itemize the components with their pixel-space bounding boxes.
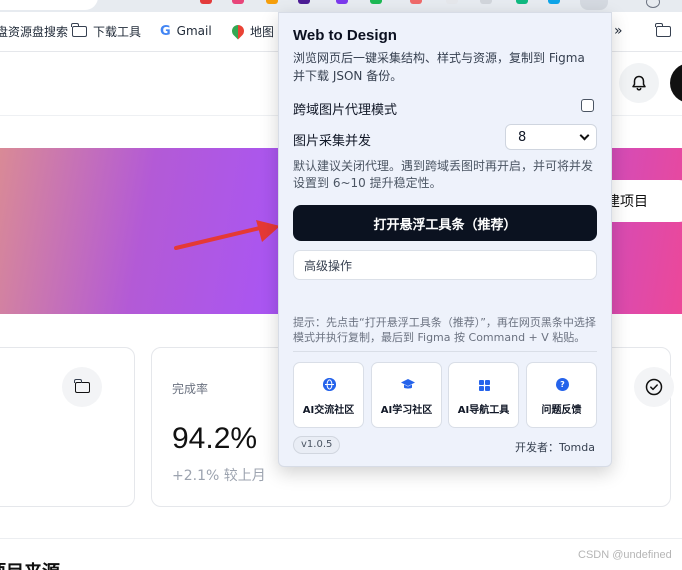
bookmark-gmail[interactable]: G Gmail [160,22,212,40]
graduation-cap-glyph [401,379,415,389]
red-arrow-annotation [174,220,280,250]
proxy-mode-checkbox[interactable] [581,99,594,112]
popup-divider [293,351,597,352]
check-circle-glyph [645,378,663,396]
check-circle-icon [634,367,674,407]
tab-favicon[interactable] [200,0,212,4]
bookmark-label: Gmail [176,24,212,38]
more-bookmarks-icon: » [614,23,623,39]
avatar[interactable] [670,63,682,103]
profile-icon[interactable] [646,0,660,8]
proxy-mode-label: 跨域图片代理模式 [293,103,398,118]
concurrency-select[interactable]: 8 [505,124,597,150]
section-heading: 项目来源 [0,558,60,570]
popup-title: Web to Design [293,27,397,44]
tab-favicon[interactable] [370,0,382,4]
tab-favicon[interactable] [548,0,560,4]
folder-glyph [73,378,90,393]
link-ai-navigation[interactable]: AI导航工具 [448,362,519,428]
bookmark-download-tools[interactable]: 下载工具 [71,22,142,40]
bookmark-label: 地图 [250,24,275,39]
proxy-hint: 默认建议关闭代理。遇到跨域丢图时再开启，并可将并发设置到 6~10 提升稳定性。 [293,159,594,190]
version-badge: v1.0.5 [293,436,341,454]
bell-icon [632,75,646,91]
grid-cell [485,380,490,385]
link-ai-learning[interactable]: AI学习社区 [371,362,442,428]
folder-icon [62,367,102,407]
concurrency-label: 图片采集并发 [293,134,372,149]
globe-icon [323,378,336,391]
notifications-button[interactable] [619,63,659,103]
tab-favicon[interactable] [410,0,422,4]
folder-icon [655,22,671,37]
browser-tab-strip [0,0,682,12]
extension-button[interactable] [580,0,608,10]
tab-favicon[interactable] [336,0,348,4]
open-floating-toolbar-button[interactable]: 打开悬浮工具条（推荐） [293,205,597,241]
active-tab[interactable] [0,0,98,10]
stat-value: 94.2% [172,422,258,455]
popup-description: 浏览网页后一键采集结构、样式与资源，复制到 Figma 并下载 JSON 备份。 [293,51,585,83]
chevron-down-icon [579,130,590,141]
bookmark-maps[interactable]: 地图 [229,22,275,40]
folder-icon [71,22,87,37]
stat-title: 完成率 [172,382,209,396]
stat-card-projects [0,347,135,507]
bookmark-label: 盘资源盘搜索 [0,24,69,39]
link-label: AI导航工具 [457,405,510,416]
google-icon: G [160,23,171,39]
grid-icon [479,380,490,391]
bookmark-label: 下载工具 [93,24,142,39]
link-feedback[interactable]: ? 问题反馈 [526,362,597,428]
tab-favicon[interactable] [232,0,244,4]
graduation-cap-icon [401,378,415,391]
bookmark-resource-search[interactable]: 盘资源盘搜索 [0,22,68,40]
developer-credit: 开发者：Tomda [514,441,595,454]
more-bookmarks-button[interactable]: » [614,22,623,40]
usage-tip: 提示：先点击“打开悬浮工具条（推荐）”，再在网页黑条中选择模式并执行复制，最后到… [293,316,596,344]
tab-favicon[interactable] [266,0,278,4]
bookmark-folder[interactable] [655,22,671,40]
tab-favicon[interactable] [480,0,492,4]
tab-favicon[interactable] [298,0,310,4]
grid-cell [479,386,484,391]
link-label: AI交流社区 [302,405,355,416]
tab-favicon[interactable] [516,0,528,4]
section-divider [0,538,682,539]
help-icon: ? [556,378,569,391]
link-label: AI学习社区 [380,405,433,416]
tab-favicon[interactable] [446,0,458,4]
watermark: CSDN @undefined [578,549,672,561]
grid-cell [479,380,484,385]
concurrency-value: 8 [518,129,527,145]
link-ai-community[interactable]: AI交流社区 [293,362,364,428]
advanced-actions-toggle[interactable]: 高级操作 [293,250,597,280]
link-label: 问题反馈 [541,405,582,416]
extension-popup: Web to Design 浏览网页后一键采集结构、样式与资源，复制到 Figm… [278,12,612,467]
globe-glyph [323,378,336,391]
maps-icon [229,22,247,40]
grid-cell [485,386,490,391]
stat-trend: +2.1% 较上月 [172,468,266,484]
